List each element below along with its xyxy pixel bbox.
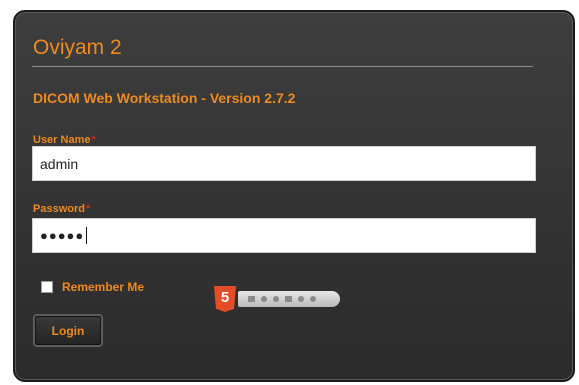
- app-title: Oviyam 2: [33, 36, 122, 59]
- html5-feature-strip: [238, 291, 340, 307]
- username-field[interactable]: admin: [32, 146, 536, 181]
- storage-icon: [261, 296, 267, 302]
- html5-badge: 5: [214, 286, 340, 312]
- title-divider: [32, 66, 533, 67]
- graphics-icon: [298, 296, 304, 302]
- login-button[interactable]: Login: [33, 314, 103, 347]
- performance-icon: [310, 296, 316, 302]
- username-label: User Name*: [33, 134, 96, 146]
- remember-me[interactable]: Remember Me: [41, 280, 144, 294]
- remember-me-label: Remember Me: [62, 280, 145, 294]
- password-label: Password*: [33, 203, 91, 215]
- app-subtitle: DICOM Web Workstation - Version 2.7.2: [33, 90, 296, 106]
- text-caret: [86, 227, 88, 244]
- connectivity-icon: [248, 296, 255, 302]
- password-field[interactable]: ●●●●●: [32, 218, 536, 253]
- html5-logo-icon: 5: [214, 286, 236, 312]
- device-icon: [273, 296, 279, 302]
- username-value: admin: [40, 155, 79, 172]
- remember-me-checkbox[interactable]: [41, 281, 53, 293]
- required-marker: *: [85, 203, 91, 215]
- required-marker: *: [91, 134, 96, 146]
- multimedia-icon: [285, 296, 292, 302]
- password-value: ●●●●●: [40, 228, 85, 243]
